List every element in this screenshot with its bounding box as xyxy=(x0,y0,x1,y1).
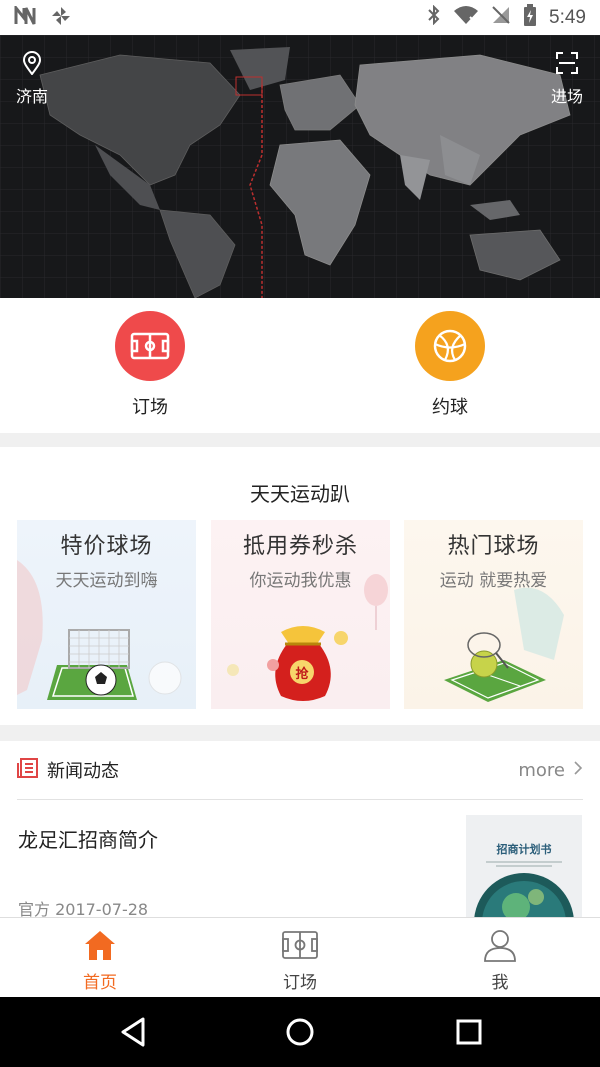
news-header: 新闻动态 more xyxy=(17,741,583,800)
home-icon xyxy=(82,931,118,966)
grab-badge: 抢 xyxy=(295,667,309,682)
hero-banner[interactable]: 济南 进场 xyxy=(0,35,600,298)
more-label: more xyxy=(518,759,565,781)
meet-game-label: 约球 xyxy=(432,397,468,418)
tab-profile-label: 我 xyxy=(491,973,509,993)
notification-n-icon xyxy=(14,3,36,30)
bluetooth-icon xyxy=(427,4,441,30)
section-divider xyxy=(0,725,600,741)
promo-subtitle: 天天运动到嗨 xyxy=(55,571,158,591)
promo-card-hot-venue[interactable]: 热门球场 运动 就要热爱 xyxy=(404,520,583,709)
back-button[interactable] xyxy=(117,1015,151,1049)
news-item-thumbnail: 招商计划书 xyxy=(466,815,582,917)
user-icon xyxy=(482,930,518,966)
news-item-title: 龙足汇招商简介 xyxy=(18,828,158,852)
daily-sports-section: 天天运动趴 特价球场 天天运动到嗨 抵用券秒杀 你运动我优惠 抢 热门球场 运动… xyxy=(0,447,600,725)
back-triangle-icon xyxy=(121,1017,145,1047)
promo-card-coupon-flash-sale[interactable]: 抵用券秒杀 你运动我优惠 抢 xyxy=(211,520,390,709)
meet-game-button[interactable]: 约球 xyxy=(390,311,510,419)
news-more-link[interactable]: more xyxy=(518,760,583,781)
news-item-meta: 官方 2017-07-28 xyxy=(18,900,149,917)
promo-subtitle: 你运动我优惠 xyxy=(249,571,352,591)
tab-home-label: 首页 xyxy=(83,973,117,993)
thumbnail-graphic xyxy=(474,861,574,917)
clock: 5:49 xyxy=(549,6,586,28)
tab-profile[interactable]: 我 xyxy=(450,928,550,993)
world-map-image xyxy=(0,35,600,298)
news-header-title: 新闻动态 xyxy=(47,761,119,782)
quick-actions: 订场 约球 xyxy=(0,298,600,433)
promo-subtitle: 运动 就要热爱 xyxy=(439,571,548,591)
section-divider xyxy=(0,433,600,447)
battery-charging-icon xyxy=(523,4,537,31)
news-section: 新闻动态 more 龙足汇招商简介 官方 2017-07-28 招商计划书 xyxy=(0,741,600,917)
location-label: 济南 xyxy=(15,87,48,106)
promo-card-discount-venue[interactable]: 特价球场 天天运动到嗨 xyxy=(17,520,196,709)
wifi-icon xyxy=(453,5,479,30)
section-title: 天天运动趴 xyxy=(250,482,350,506)
system-navigation-bar xyxy=(0,997,600,1067)
bottom-tab-bar: 首页 订场 我 xyxy=(0,917,600,997)
newspaper-icon xyxy=(17,757,39,783)
book-venue-button[interactable]: 订场 xyxy=(90,311,210,419)
recents-square-icon xyxy=(456,1019,482,1045)
scan-entry-button[interactable]: 进场 xyxy=(548,51,586,107)
signal-off-icon xyxy=(491,5,511,30)
home-circle-icon xyxy=(286,1018,314,1046)
promo-title: 热门球场 xyxy=(447,534,540,559)
promo-title: 特价球场 xyxy=(60,534,153,559)
soccer-field-icon xyxy=(281,931,319,966)
pinwheel-icon xyxy=(50,5,72,31)
book-venue-label: 订场 xyxy=(132,397,168,418)
location-pin-icon xyxy=(22,51,42,79)
status-bar: 5:49 xyxy=(0,0,600,35)
scan-label: 进场 xyxy=(550,87,583,106)
location-selector[interactable]: 济南 xyxy=(14,51,50,107)
tab-book-venue-label: 订场 xyxy=(283,973,317,993)
scan-icon xyxy=(555,52,579,79)
chevron-right-icon xyxy=(573,760,583,781)
promo-title: 抵用券秒杀 xyxy=(242,534,358,559)
home-button[interactable] xyxy=(283,1015,317,1049)
recents-button[interactable] xyxy=(452,1015,486,1049)
basketball-icon xyxy=(415,311,485,381)
tab-book-venue[interactable]: 订场 xyxy=(250,928,350,993)
soccer-field-icon xyxy=(115,311,185,381)
tab-home[interactable]: 首页 xyxy=(50,928,150,993)
